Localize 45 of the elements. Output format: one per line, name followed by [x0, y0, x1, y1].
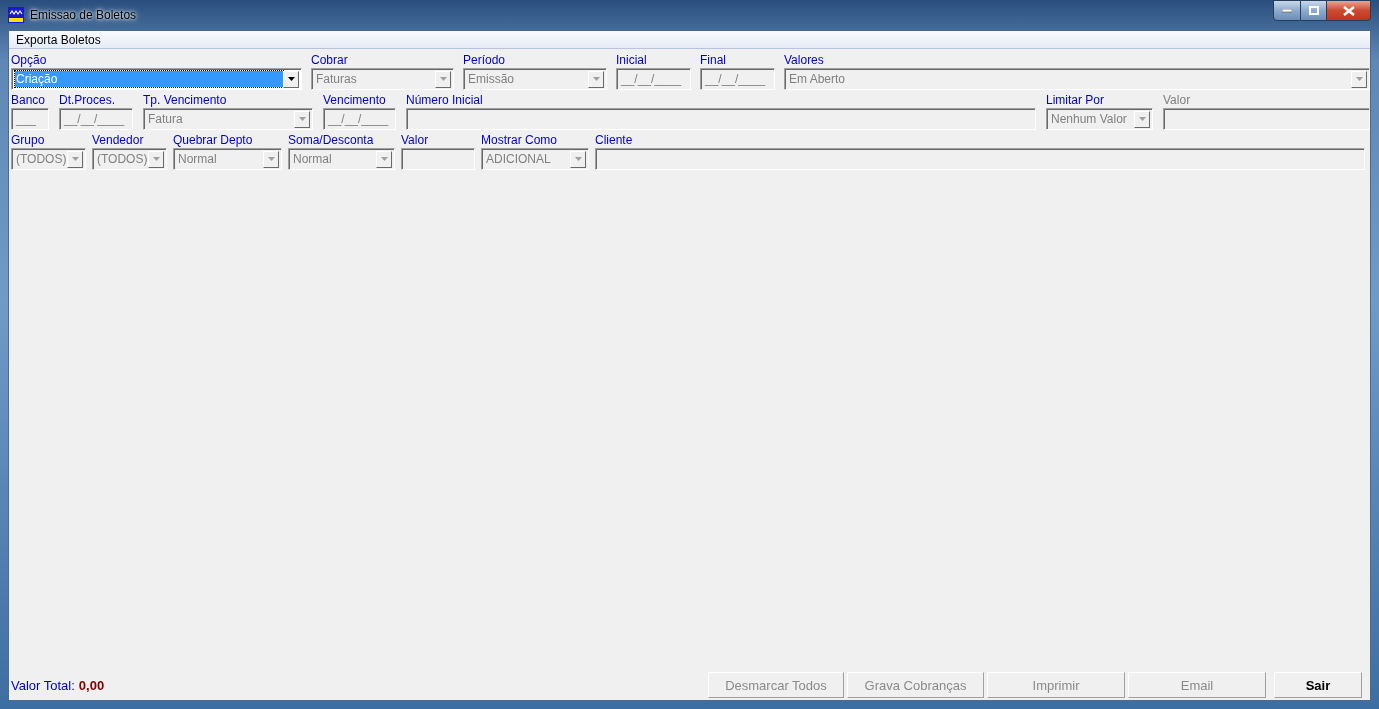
minimize-icon — [1282, 8, 1292, 13]
caret-icon — [592, 77, 600, 81]
field-label: Valores — [784, 52, 825, 68]
caret-icon — [152, 157, 160, 161]
field-label: Final — [700, 52, 727, 68]
field-label: Tp. Vencimento — [143, 92, 228, 108]
caret-icon — [267, 157, 275, 161]
maximize-icon — [1308, 6, 1319, 15]
caret-icon — [1138, 117, 1146, 121]
field-label: Mostrar Como — [481, 132, 558, 148]
field-label: Quebrar Depto — [173, 132, 254, 148]
field-label: Cobrar — [311, 52, 349, 68]
field-label: Cliente — [595, 132, 634, 148]
close-button[interactable] — [1327, 0, 1371, 21]
field-label: Vencimento — [323, 92, 387, 108]
dropdown-button[interactable] — [283, 70, 299, 88]
caret-icon — [574, 157, 582, 161]
field-label: Vendedor — [92, 132, 145, 148]
field-label: Grupo — [11, 132, 46, 148]
caret-icon — [287, 77, 295, 81]
caret-icon — [1355, 77, 1363, 81]
field-label: Soma/Desconta — [288, 132, 375, 148]
minimize-button[interactable] — [1273, 0, 1301, 21]
field-label: Valor — [1163, 92, 1192, 108]
field-label: Dt.Proces. — [59, 92, 116, 108]
dropdown-field[interactable]: Criação — [11, 68, 302, 90]
field-label: Período — [463, 52, 507, 68]
caret-icon — [380, 157, 388, 161]
caret-icon — [71, 157, 79, 161]
maximize-button[interactable] — [1301, 0, 1327, 21]
field-label: Opção — [11, 52, 48, 68]
total-value: 0,00 — [78, 677, 105, 693]
app-icon — [8, 7, 24, 23]
close-icon — [1342, 5, 1355, 16]
caret-icon — [298, 117, 306, 121]
caret-icon — [439, 77, 447, 81]
field-label: Banco — [11, 92, 47, 108]
field-label: Inicial — [616, 52, 648, 68]
field-label: Limitar Por — [1046, 92, 1105, 108]
menu-item[interactable]: Exporta Boletos — [15, 32, 102, 47]
total-label: Valor Total: — [11, 677, 75, 693]
window-title: Emissao de Boletos — [30, 8, 137, 22]
field-label: Número Inicial — [406, 92, 484, 108]
action-button[interactable]: Sair — [1274, 672, 1362, 698]
field-label: Valor — [401, 132, 430, 148]
